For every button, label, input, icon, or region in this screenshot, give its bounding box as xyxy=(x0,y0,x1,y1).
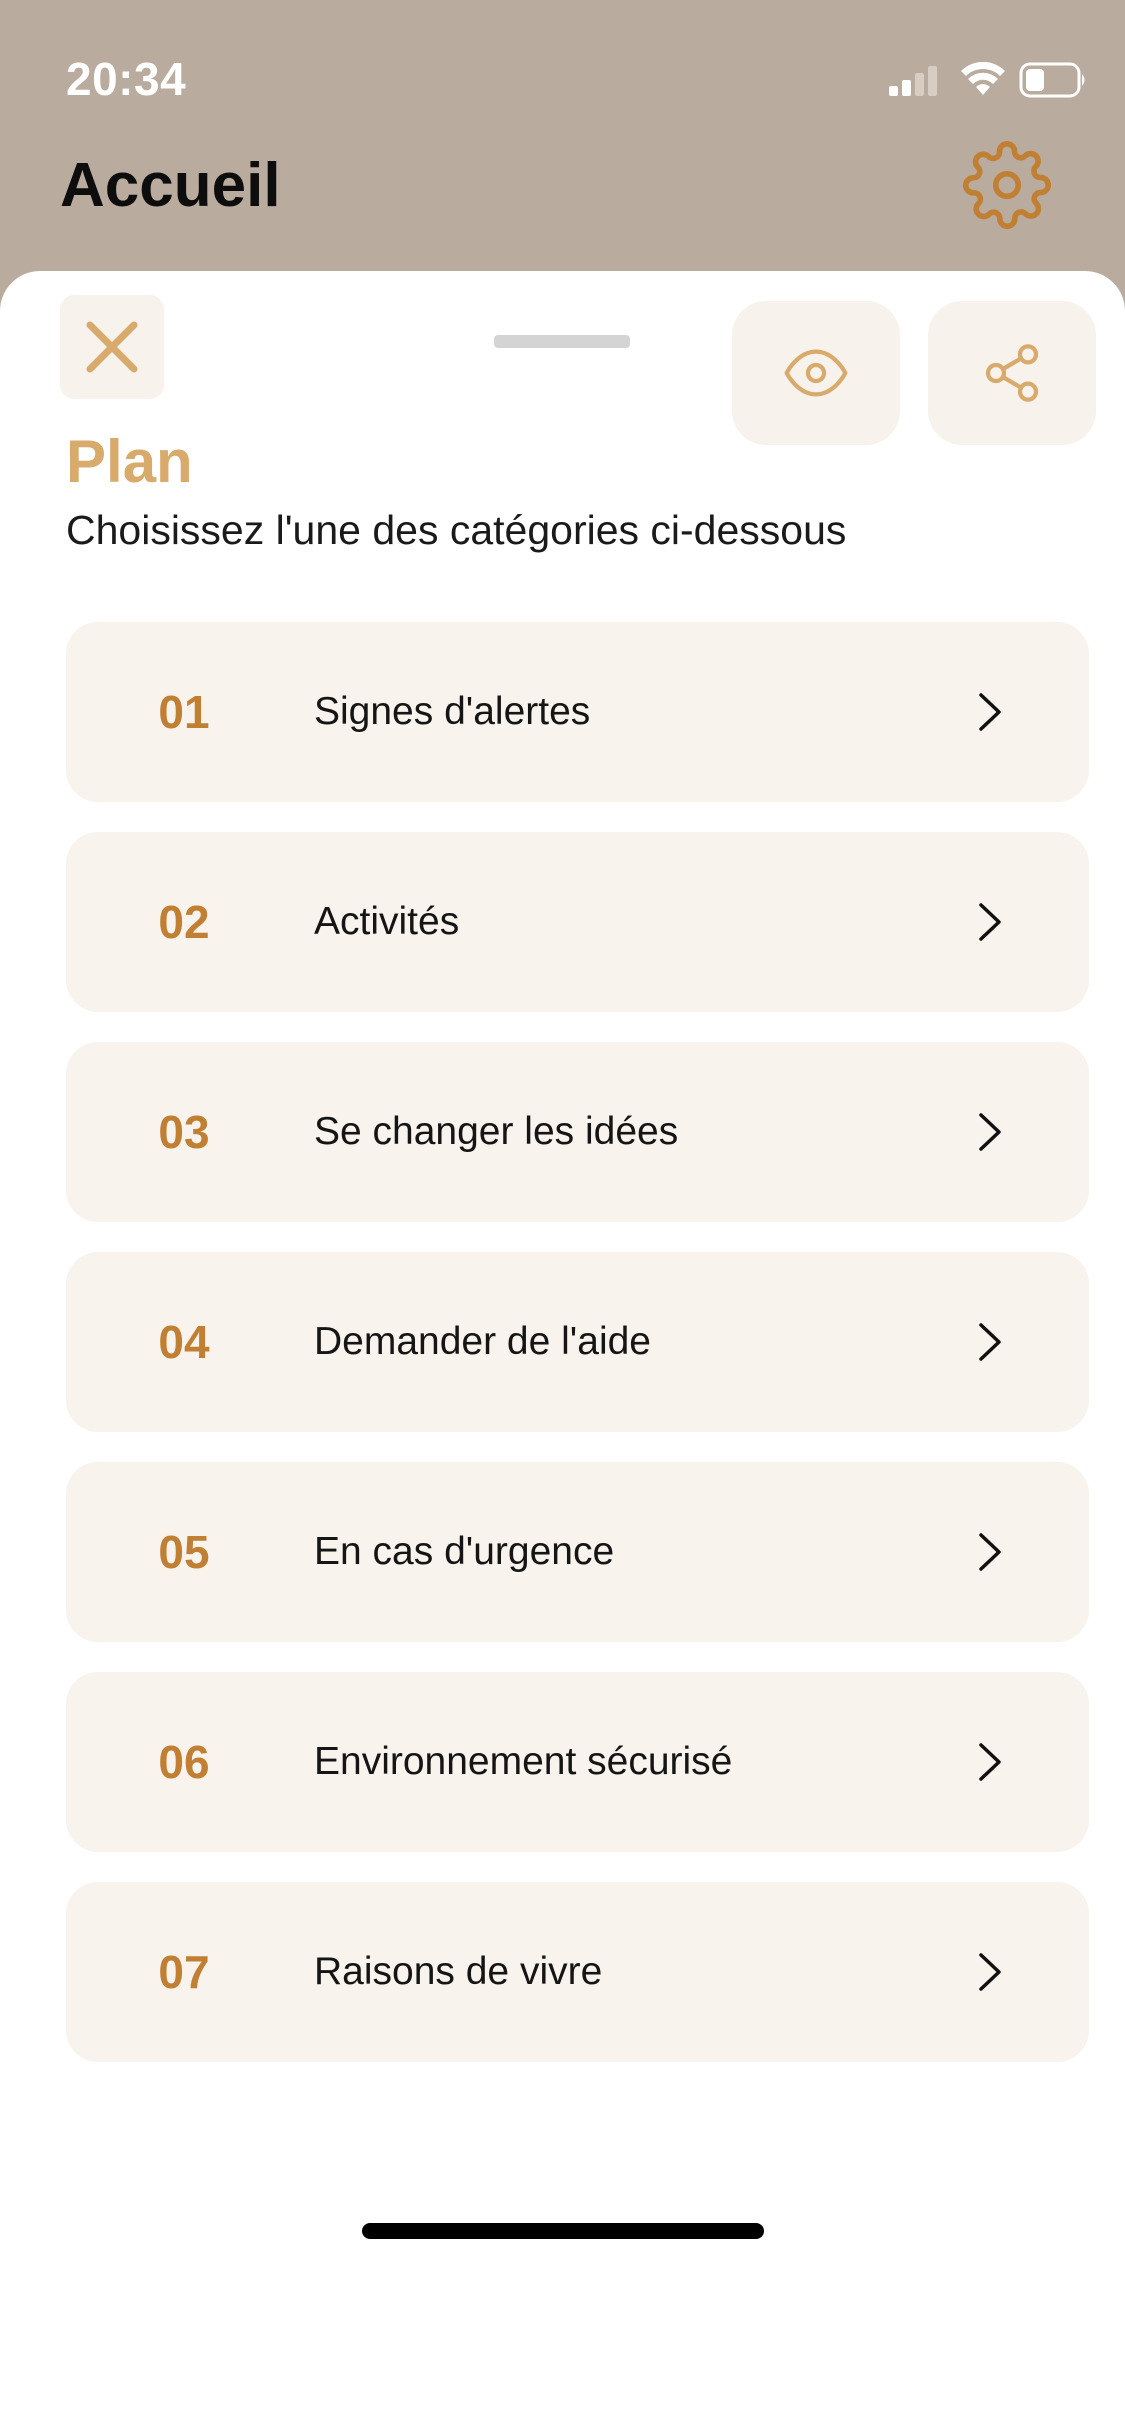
plan-subtitle: Choisissez l'une des catégories ci-desso… xyxy=(66,507,847,553)
signal-icon xyxy=(889,66,937,96)
eye-icon xyxy=(784,349,848,397)
view-button[interactable] xyxy=(732,301,900,445)
category-number: 02 xyxy=(158,896,210,948)
share-icon xyxy=(985,344,1039,402)
home-indicator[interactable] xyxy=(362,2223,764,2239)
plan-title: Plan xyxy=(66,428,193,495)
share-button[interactable] xyxy=(928,301,1096,445)
chevron-right-icon xyxy=(979,1533,1001,1571)
wifi-icon xyxy=(961,62,1005,95)
bottom-sheet: Plan Choisissez l'une des catégories ci-… xyxy=(0,271,1125,2436)
category-item-changer-idees[interactable]: 03 Se changer les idées xyxy=(66,1042,1089,1222)
chevron-right-icon xyxy=(979,903,1001,941)
chevron-right-icon xyxy=(979,1113,1001,1151)
category-label: Se changer les idées xyxy=(314,1110,679,1153)
status-bar: 20:34 xyxy=(0,0,1125,150)
status-time: 20:34 xyxy=(66,53,187,105)
category-label: Environnement sécurisé xyxy=(314,1740,733,1783)
category-label: Signes d'alertes xyxy=(314,690,591,733)
sheet-grabber[interactable] xyxy=(494,335,630,348)
close-icon xyxy=(86,321,138,373)
battery-icon xyxy=(1019,62,1085,98)
category-number: 03 xyxy=(158,1106,210,1158)
gear-icon xyxy=(963,141,1051,229)
category-item-demander-aide[interactable]: 04 Demander de l'aide xyxy=(66,1252,1089,1432)
category-number: 07 xyxy=(158,1946,210,1998)
category-item-urgence[interactable]: 05 En cas d'urgence xyxy=(66,1462,1089,1642)
category-number: 04 xyxy=(158,1316,210,1368)
category-list: 01 Signes d'alertes 02 Activités 03 Se c… xyxy=(66,622,1089,2092)
category-item-raisons-vivre[interactable]: 07 Raisons de vivre xyxy=(66,1882,1089,2062)
close-button[interactable] xyxy=(60,295,164,399)
category-item-environnement-securise[interactable]: 06 Environnement sécurisé xyxy=(66,1672,1089,1852)
category-label: Demander de l'aide xyxy=(314,1320,651,1363)
category-number: 05 xyxy=(158,1526,210,1578)
category-item-activites[interactable]: 02 Activités xyxy=(66,832,1089,1012)
chevron-right-icon xyxy=(979,1953,1001,1991)
category-label: Activités xyxy=(314,900,460,943)
chevron-right-icon xyxy=(979,693,1001,731)
category-label: En cas d'urgence xyxy=(314,1530,615,1573)
category-number: 01 xyxy=(158,686,210,738)
settings-button[interactable] xyxy=(962,140,1052,230)
chevron-right-icon xyxy=(979,1743,1001,1781)
chevron-right-icon xyxy=(979,1323,1001,1361)
category-item-signes-alertes[interactable]: 01 Signes d'alertes xyxy=(66,622,1089,802)
page-title: Accueil xyxy=(60,151,281,220)
status-icons xyxy=(889,56,1089,104)
category-label: Raisons de vivre xyxy=(314,1950,603,1993)
category-number: 06 xyxy=(158,1736,210,1788)
